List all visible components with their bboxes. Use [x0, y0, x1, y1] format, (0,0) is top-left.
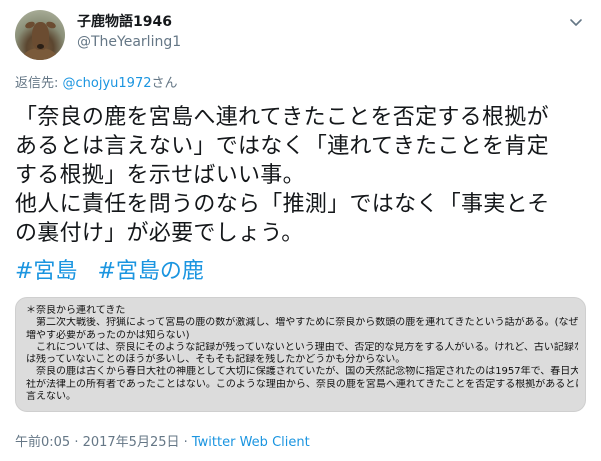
tweet-line: の裏付け」が必要でしょう。 — [15, 221, 304, 246]
attached-image[interactable]: ＊奈良から連れてきた 第二次大戦後、狩猟によって宮島の鹿の数が激減し、増やすため… — [15, 297, 586, 412]
tweet-line: あるとは言えない」ではなく「連れてきたことを肯定 — [15, 134, 549, 159]
image-note-line: ＊奈良から連れてきた — [26, 305, 126, 316]
chevron-down-icon[interactable] — [568, 14, 584, 30]
avatar[interactable] — [15, 10, 65, 60]
image-note-line: 増やす必要があったのかは知らない) — [26, 329, 190, 341]
timestamp[interactable]: 午前0:05 · 2017年5月25日 · — [15, 435, 192, 450]
tweet-line: 他人に責任を問うのなら「推測」ではなく「事実とそ — [15, 192, 550, 217]
reply-to: 返信先: @chojyu1972さん — [15, 72, 178, 91]
reply-mention-link[interactable]: @chojyu1972 — [63, 76, 152, 91]
avatar-deer-nose — [37, 44, 44, 49]
hashtags: #宮島 #宮島の鹿 — [15, 257, 224, 286]
tweet-header: 子鹿物語1946 @TheYearling1 — [15, 10, 590, 60]
image-note-line: これについては、奈良にそのような記録が残っていないという理由で、否定的な見方をす… — [26, 341, 578, 353]
user-names[interactable]: 子鹿物語1946 @TheYearling1 — [77, 12, 181, 52]
image-note-line: 社が法律上の所有者であったことはない。このような理由から、奈良の鹿を宮島へ連れて… — [26, 378, 578, 390]
image-note-line: 第二次大戦後、狩猟によって宮島の鹿の数が激減し、増やすために奈良から数頭の鹿を連… — [26, 317, 578, 329]
image-note-line: 奈良の鹿は古くから春日大社の神鹿として大切に保護されていたが、国の天然記念物に指… — [26, 366, 578, 378]
tweet-line: する根拠」を示せばいい事。 — [15, 163, 305, 188]
display-name[interactable]: 子鹿物語1946 — [77, 12, 181, 32]
image-note-line: 言えない。 — [26, 391, 76, 403]
image-note-line: は残っていないことのほうが多いし、そもそも記録を残したかどうかも分からない。 — [26, 354, 406, 366]
client-link[interactable]: Twitter Web Client — [192, 435, 310, 450]
hashtag-link[interactable]: #宮島 — [15, 259, 77, 284]
reply-prefix: 返信先: — [15, 76, 63, 91]
reply-suffix: さん — [151, 76, 178, 91]
tweet-text: 「奈良の鹿を宮島へ連れてきたことを否定する根拠が あるとは言えない」ではなく「連… — [15, 103, 590, 248]
tweet-line: 「奈良の鹿を宮島へ連れてきたことを否定する根拠が — [15, 105, 549, 130]
hashtag-link[interactable]: #宮島の鹿 — [97, 259, 203, 284]
tweet-footer: 午前0:05 · 2017年5月25日 · Twitter Web Client — [15, 431, 310, 450]
user-handle[interactable]: @TheYearling1 — [77, 32, 181, 52]
image-note-text: ＊奈良から連れてきた 第二次大戦後、狩猟によって宮島の鹿の数が激減し、増やすため… — [26, 305, 578, 403]
